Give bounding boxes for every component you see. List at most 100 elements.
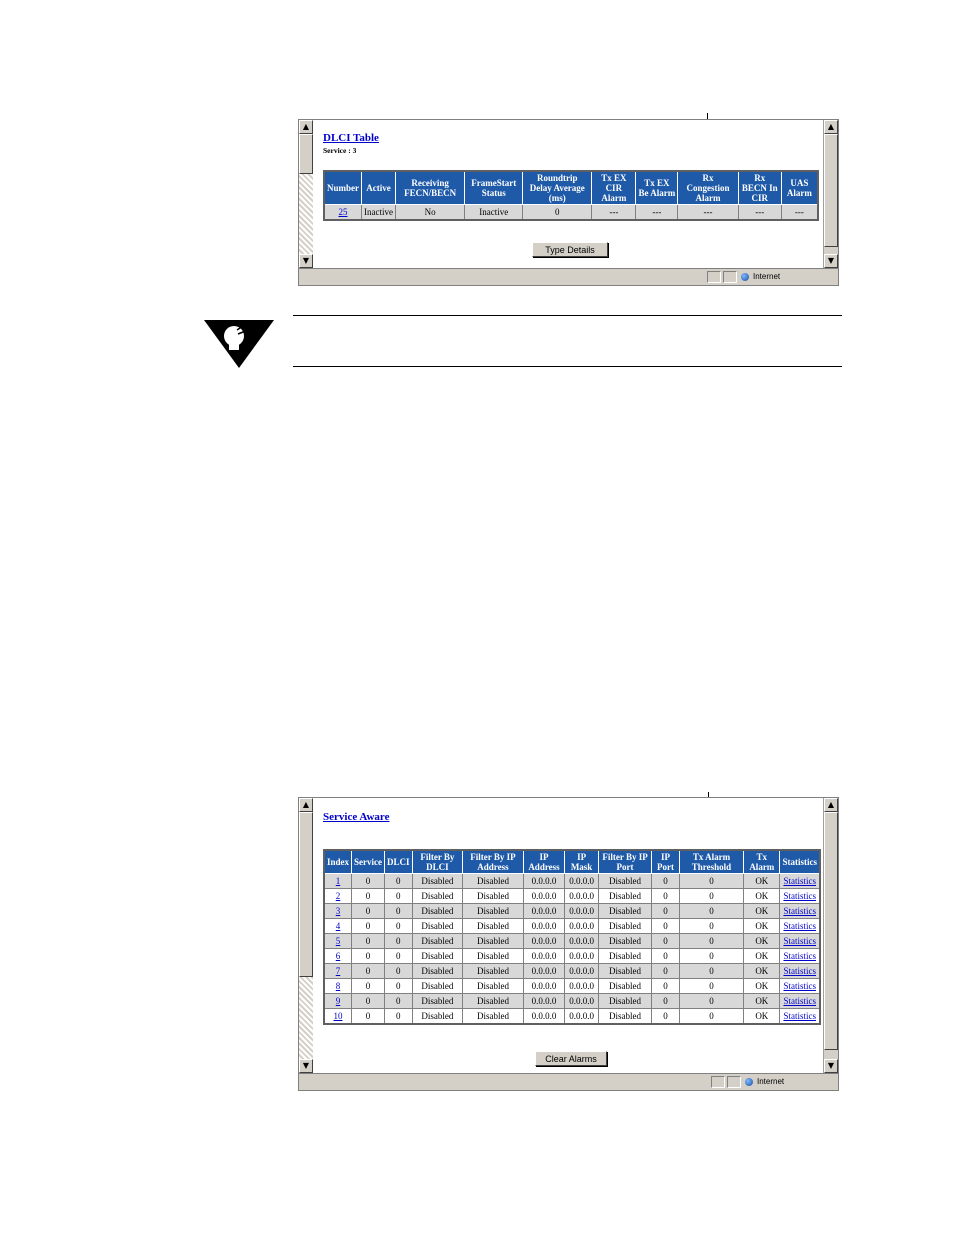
index-link[interactable]: 9 [336, 996, 341, 1006]
scroll-up-arrow-icon[interactable]: ▲ [824, 120, 838, 134]
table-cell: Disabled [462, 873, 524, 889]
clear-alarms-button[interactable]: Clear Alarms [535, 1051, 607, 1066]
table-cell[interactable]: Statistics [779, 963, 821, 979]
column-header: Tx EX Be Alarm [635, 170, 679, 205]
scroll-down-arrow-icon[interactable]: ▼ [824, 1059, 838, 1073]
table-cell: 0.0.0.0 [522, 918, 566, 934]
table-cell: 0 [384, 873, 413, 889]
index-link[interactable]: 6 [336, 951, 341, 961]
table-cell[interactable]: 4 [323, 918, 353, 934]
table-cell: --- [677, 204, 739, 221]
table-cell: Disabled [462, 1008, 524, 1025]
statistics-link[interactable]: Statistics [783, 981, 816, 991]
table-cell: 0 [651, 888, 680, 904]
scroll-up-arrow-icon[interactable]: ▲ [824, 798, 838, 812]
table-cell: 0 [651, 873, 680, 889]
table-cell[interactable]: Statistics [779, 888, 821, 904]
index-link[interactable]: 2 [336, 891, 341, 901]
table-cell[interactable]: Statistics [779, 873, 821, 889]
column-header: Statistics [779, 849, 821, 874]
column-header: UAS Alarm [780, 170, 819, 205]
page-title[interactable]: Service Aware [323, 811, 389, 823]
index-link[interactable]: 8 [336, 981, 341, 991]
index-link[interactable]: 5 [336, 936, 341, 946]
table-cell: Disabled [597, 978, 653, 994]
statistics-link[interactable]: Statistics [783, 996, 816, 1006]
table-cell: OK [743, 888, 781, 904]
left-frame-scrollbar[interactable]: ▲ ▼ [299, 798, 313, 1073]
status-cell [711, 1076, 725, 1088]
table-cell[interactable]: Statistics [779, 903, 821, 919]
table-cell: 0.0.0.0 [522, 873, 566, 889]
table-cell[interactable]: 10 [323, 1008, 353, 1025]
type-details-button[interactable]: Type Details [532, 242, 608, 257]
table-cell[interactable]: Statistics [779, 1008, 821, 1025]
scroll-thumb[interactable] [824, 134, 838, 247]
index-link[interactable]: 1 [336, 876, 341, 886]
page-title[interactable]: DLCI Table [323, 132, 379, 144]
table-cell: 0.0.0.0 [564, 888, 599, 904]
table-cell: Disabled [462, 888, 524, 904]
table-cell[interactable]: Statistics [779, 948, 821, 964]
table-cell: 0 [678, 1008, 745, 1025]
index-link[interactable]: 4 [336, 921, 341, 931]
table-cell[interactable]: 7 [323, 963, 353, 979]
scroll-thumb[interactable] [824, 812, 838, 1050]
column-header: Tx Alarm Threshold [678, 849, 745, 874]
scroll-thumb[interactable] [299, 134, 313, 174]
table-cell: Disabled [462, 993, 524, 1009]
table-cell[interactable]: Statistics [779, 933, 821, 949]
table-cell[interactable]: Statistics [779, 978, 821, 994]
scroll-down-arrow-icon[interactable]: ▼ [824, 254, 838, 268]
table-cell: 0 [351, 933, 385, 949]
table-cell[interactable]: 8 [323, 978, 353, 994]
index-link[interactable]: 10 [334, 1011, 343, 1021]
table-cell[interactable]: 1 [323, 873, 353, 889]
index-link[interactable]: 7 [336, 966, 341, 976]
right-scrollbar[interactable]: ▲ ▼ [823, 120, 838, 268]
scroll-down-arrow-icon[interactable]: ▼ [299, 254, 313, 268]
service-aware-table: Index Service DLCI Filter By DLCI Filter By … [323, 849, 821, 1025]
table-cell: 0.0.0.0 [564, 963, 599, 979]
table-cell: 0.0.0.0 [522, 993, 566, 1009]
table-cell[interactable]: 2 [323, 888, 353, 904]
table-cell[interactable]: 25 [323, 204, 362, 221]
statistics-link[interactable]: Statistics [783, 951, 816, 961]
table-cell: Inactive [464, 204, 524, 221]
statistics-link[interactable]: Statistics [783, 891, 816, 901]
table-cell: Disabled [462, 978, 524, 994]
zone-label: Internet [757, 1077, 785, 1086]
statistics-link[interactable]: Statistics [783, 936, 816, 946]
column-header: Tx Alarm [743, 849, 781, 874]
table-cell[interactable]: Statistics [779, 993, 821, 1009]
table-cell: 0.0.0.0 [522, 948, 566, 964]
table-cell: 0 [651, 918, 680, 934]
status-bar: Internet [299, 1073, 838, 1090]
table-cell: OK [743, 963, 781, 979]
table-cell[interactable]: 5 [323, 933, 353, 949]
table-cell[interactable]: 6 [323, 948, 353, 964]
statistics-link[interactable]: Statistics [783, 906, 816, 916]
table-cell: Inactive [361, 204, 396, 221]
left-frame-scrollbar[interactable]: ▲ ▼ [299, 120, 313, 268]
table-row: 9 0 0 Disabled Disabled 0.0.0.0 0.0.0.0 Disable… [323, 993, 821, 1009]
right-scrollbar[interactable]: ▲ ▼ [823, 798, 838, 1073]
statistics-link[interactable]: Statistics [783, 966, 816, 976]
scroll-thumb[interactable] [299, 812, 313, 977]
statistics-link[interactable]: Statistics [783, 1011, 816, 1021]
zone-label: Internet [753, 272, 781, 281]
index-link[interactable]: 3 [336, 906, 341, 916]
scroll-up-arrow-icon[interactable]: ▲ [299, 120, 313, 134]
table-cell: 0 [351, 873, 385, 889]
statistics-link[interactable]: Statistics [783, 921, 816, 931]
scroll-up-arrow-icon[interactable]: ▲ [299, 798, 313, 812]
dlci-number-link[interactable]: 25 [339, 207, 348, 217]
table-cell: 0 [351, 1008, 385, 1025]
table-cell[interactable]: 9 [323, 993, 353, 1009]
scroll-down-arrow-icon[interactable]: ▼ [299, 1059, 313, 1073]
statistics-link[interactable]: Statistics [783, 876, 816, 886]
table-cell[interactable]: Statistics [779, 918, 821, 934]
table-cell: Disabled [597, 948, 653, 964]
table-cell[interactable]: 3 [323, 903, 353, 919]
table-cell: 0 [351, 903, 385, 919]
